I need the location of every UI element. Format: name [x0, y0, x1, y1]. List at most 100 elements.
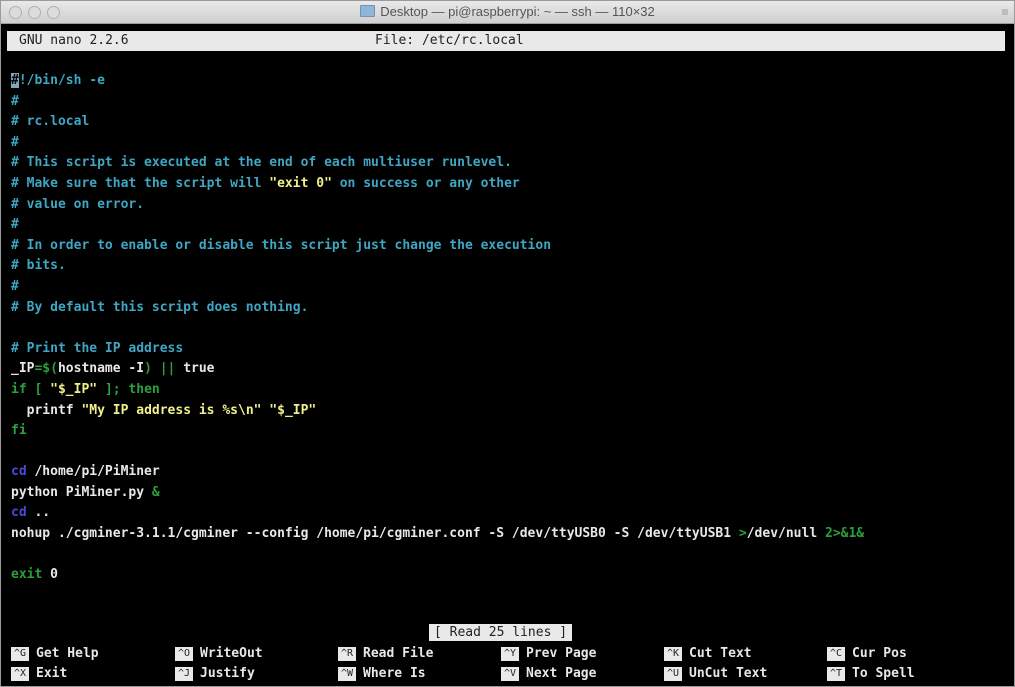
code-text: ) — [144, 361, 152, 377]
code-text: || — [151, 361, 184, 377]
shortcut-key: ^K — [664, 647, 682, 661]
code-text: 2>&1& — [825, 526, 865, 542]
status-message: [ Read 25 lines ] — [429, 624, 573, 641]
editor-area[interactable]: #!/bin/sh -e # # rc.local # # This scrip… — [11, 71, 1006, 616]
title-bar[interactable]: Desktop — pi@raspberrypi: ~ — ssh — 110×… — [1, 1, 1014, 24]
code-text: /dev/null — [746, 526, 825, 542]
code-line: printf "My IP address is %s\n" "$_IP" — [11, 401, 1006, 422]
shortcut-label: UnCut Text — [689, 666, 768, 681]
shortcut-justify[interactable]: ^J Justify — [175, 664, 255, 684]
shortcut-next-page[interactable]: ^V Next Page — [501, 664, 596, 684]
shortcut-label: Where Is — [363, 666, 426, 681]
code-text: "My IP address is %s\n" "$_IP" — [81, 402, 317, 418]
code-line: if [ "$_IP" ]; then — [11, 380, 1006, 401]
code-line: cd /home/pi/PiMiner — [11, 462, 1006, 483]
shortcut-read-file[interactable]: ^R Read File — [338, 644, 433, 664]
code-text: _IP — [11, 361, 35, 377]
code-text: on success or any other — [331, 175, 520, 191]
shortcut-get-help[interactable]: ^G Get Help — [11, 644, 99, 664]
folder-icon — [360, 5, 376, 17]
nano-version: GNU nano 2.2.6 — [19, 33, 129, 48]
code-text: > — [738, 526, 747, 542]
code-line: # In order to enable or disable this scr… — [11, 237, 552, 253]
code-line: # rc.local — [11, 114, 90, 130]
code-line: python PiMiner.py & — [11, 483, 1006, 504]
shortcut-exit[interactable]: ^X Exit — [11, 664, 67, 684]
shortcut-cur-pos[interactable]: ^C Cur Pos — [827, 644, 907, 664]
code-text: nohup ./cgminer-3.1.1/cgminer --config /… — [11, 526, 739, 542]
shortcut-to-spell[interactable]: ^T To Spell — [827, 664, 915, 684]
shortcut-label: Cur Pos — [852, 646, 907, 661]
shortcut-key: ^J — [175, 667, 193, 681]
code-line: # — [11, 134, 19, 150]
shortcut-label: Get Help — [36, 646, 99, 661]
code-line: # By default this script does nothing. — [11, 299, 309, 315]
shortcut-key: ^U — [664, 667, 682, 681]
code-line: cd .. — [11, 503, 1006, 524]
code-line: # — [11, 217, 19, 233]
code-line: nohup ./cgminer-3.1.1/cgminer --config /… — [11, 524, 1006, 545]
shortcut-key: ^C — [827, 647, 845, 661]
text-cursor: # — [11, 73, 19, 88]
shortcut-prev-page[interactable]: ^Y Prev Page — [501, 644, 596, 664]
shortcut-label: WriteOut — [200, 646, 263, 661]
code-text: cd — [11, 464, 27, 480]
code-text: # Make sure that the script will — [11, 175, 270, 191]
shortcut-key: ^G — [11, 647, 29, 661]
code-line: # Make sure that the script will "exit 0… — [11, 174, 1006, 195]
code-line: _IP=$(hostname -I) || true — [11, 359, 1006, 380]
code-text: hostname -I — [57, 361, 145, 377]
shortcut-label: Cut Text — [689, 646, 752, 661]
code-text: python PiMiner.py — [11, 484, 152, 500]
code-text: true — [183, 361, 215, 377]
code-line: #!/bin/sh -e — [11, 71, 1006, 92]
code-text: exit — [11, 567, 43, 583]
shortcut-key: ^V — [501, 667, 519, 681]
code-text: 0 — [42, 567, 58, 583]
code-line: exit 0 — [11, 565, 1006, 586]
shortcut-label: Read File — [363, 646, 434, 661]
code-line: # value on error. — [11, 196, 145, 212]
shortcut-label: Justify — [200, 666, 255, 681]
shortcut-key: ^O — [175, 647, 193, 661]
code-text: ]; then — [97, 381, 160, 397]
shortcut-writeout[interactable]: ^O WriteOut — [175, 644, 263, 664]
code-line: fi — [11, 423, 27, 439]
toolbar-toggle-icon[interactable] — [1002, 9, 1008, 15]
code-text: !/bin/sh -e — [18, 73, 105, 88]
shortcut-key: ^Y — [501, 647, 519, 661]
code-text: "$_IP" — [50, 381, 98, 397]
code-text: =$( — [34, 361, 58, 377]
shortcut-label: Next Page — [526, 666, 597, 681]
code-text: .. — [26, 505, 51, 521]
shortcut-key: ^X — [11, 667, 29, 681]
code-text: "exit 0" — [269, 175, 332, 191]
shortcut-cut-text[interactable]: ^K Cut Text — [664, 644, 752, 664]
code-text: printf — [11, 402, 82, 418]
file-name: File: /etc/rc.local — [375, 33, 524, 48]
code-text: /home/pi/PiMiner — [26, 464, 160, 480]
shortcut-label: Prev Page — [526, 646, 597, 661]
shortcut-key: ^W — [338, 667, 356, 681]
code-line: # Print the IP address — [11, 340, 184, 356]
code-line: # — [11, 278, 19, 294]
code-text: cd — [11, 505, 27, 521]
window-title: Desktop — pi@raspberrypi: ~ — ssh — 110×… — [1, 4, 1014, 19]
shortcut-key: ^R — [338, 647, 356, 661]
terminal-window: Desktop — pi@raspberrypi: ~ — ssh — 110×… — [0, 0, 1015, 687]
shortcut-key: ^T — [827, 667, 845, 681]
shortcut-label: To Spell — [852, 666, 915, 681]
shortcut-uncut-text[interactable]: ^U UnCut Text — [664, 664, 767, 684]
code-line: # — [11, 93, 19, 109]
code-text: & — [151, 484, 160, 500]
code-line: # This script is executed at the end of … — [11, 155, 512, 171]
code-text: if [ — [11, 381, 51, 397]
code-line: # bits. — [11, 258, 66, 274]
shortcut-label: Exit — [36, 666, 68, 681]
nano-status-bar: GNU nano 2.2.6 File: /etc/rc.local — [7, 31, 1005, 51]
window-title-text: Desktop — pi@raspberrypi: ~ — ssh — 110×… — [380, 4, 655, 19]
shortcut-where-is[interactable]: ^W Where Is — [338, 664, 426, 684]
